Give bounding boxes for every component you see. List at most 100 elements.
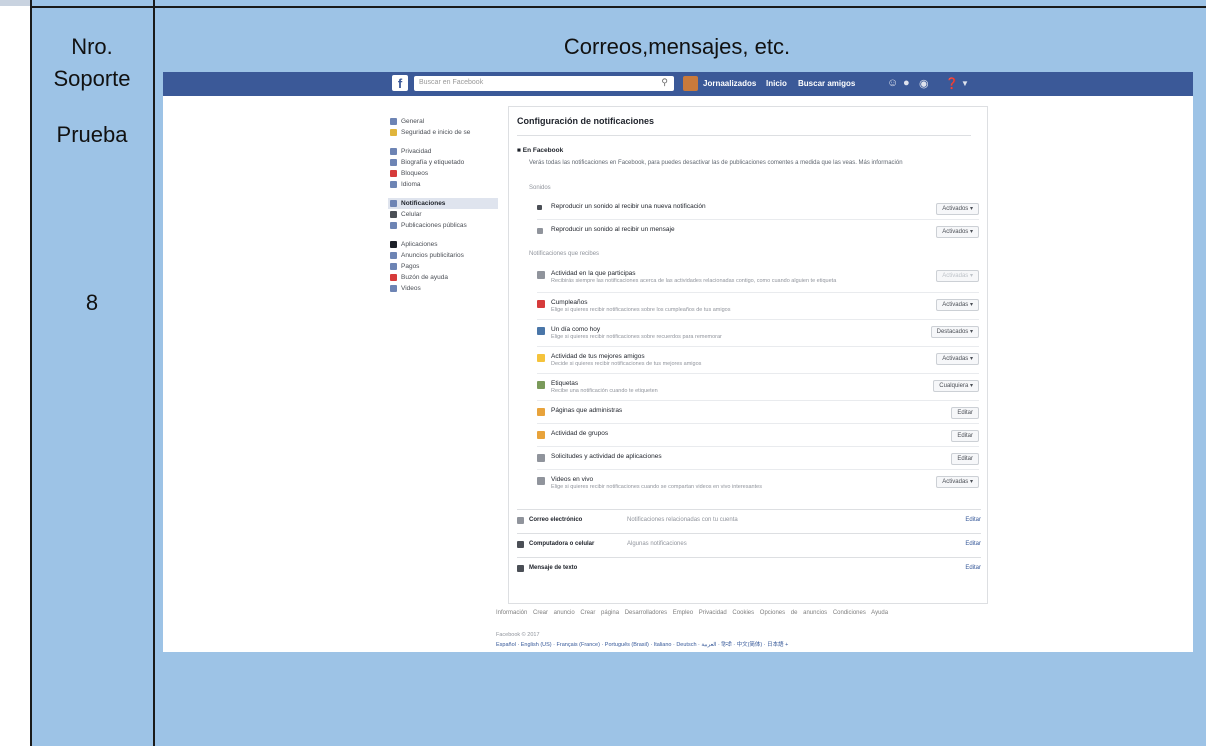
live-video-icon: [537, 477, 545, 485]
page-title: Configuración de notificaciones: [517, 116, 655, 126]
row-label: Correo electrónico: [529, 517, 583, 523]
email-notifications-row[interactable]: Correo electrónico Notificaciones relaci…: [517, 509, 981, 531]
globe-icon: [390, 200, 397, 207]
dropdown-button[interactable]: Destacados ▾: [930, 326, 979, 338]
language-links[interactable]: Español · English (US) · Français (Franc…: [496, 640, 788, 648]
help-icon[interactable]: ❓: [945, 77, 959, 90]
speaker-icon: [537, 205, 542, 210]
notify-row-app-requests: Solicitudes y actividad de aplicaciones …: [537, 450, 979, 468]
star-icon: [537, 354, 545, 362]
row-description: Decide si quieres recibir notificaciones…: [551, 361, 702, 367]
dropdown-button[interactable]: Activadas ▾: [936, 299, 979, 311]
mobile-icon: [390, 211, 397, 218]
sidebar-item-ads[interactable]: Anuncios publicitarios: [388, 250, 498, 261]
edit-link[interactable]: Editar: [965, 517, 981, 523]
row-description: Elige si quieres recibir notificaciones …: [551, 307, 731, 313]
sidebar-item-apps[interactable]: Aplicaciones: [388, 239, 498, 250]
sidebar-item-label: Notificaciones: [401, 200, 446, 207]
person-icon: [537, 271, 545, 279]
desktop-mobile-row[interactable]: Computadora o celular Algunas notificaci…: [517, 533, 981, 555]
lock-icon: [390, 148, 397, 155]
sidebar-item-label: Buzón de ayuda: [401, 274, 448, 281]
row-label: Videos en vivo: [551, 476, 594, 483]
search-icon[interactable]: ⚲: [661, 77, 668, 88]
edit-link[interactable]: Editar: [965, 541, 981, 547]
divider: [537, 446, 979, 447]
video-icon: [390, 285, 397, 292]
chevron-down-icon: ▾: [968, 273, 973, 279]
sidebar-item-label: Idioma: [401, 181, 421, 188]
divider: [537, 346, 979, 347]
gear-icon: [390, 118, 397, 125]
footer-links[interactable]: Información Crear anuncio Crear página D…: [496, 610, 888, 616]
notify-row-birthdays: Cumpleaños Elige si quieres recibir noti…: [537, 296, 979, 320]
sidebar-item-privacy[interactable]: Privacidad: [388, 146, 498, 157]
row-label: Mensaje de texto: [529, 565, 578, 571]
row-label: Cumpleaños: [551, 299, 588, 306]
gift-icon: [537, 300, 545, 308]
row-label: Actividad de grupos: [551, 430, 609, 437]
friend-requests-icon[interactable]: ☺: [887, 77, 898, 89]
row-description: Elige si quieres recibir notificaciones …: [551, 484, 762, 490]
sound-message-row: Reproducir un sonido al recibir un mensa…: [537, 223, 979, 247]
dropdown-button[interactable]: Activadas ▾: [936, 270, 979, 282]
profile-link[interactable]: Jornaalizados: [703, 79, 756, 88]
table-border-left: [30, 0, 32, 746]
search-input[interactable]: Buscar en Facebook ⚲: [414, 76, 674, 91]
row-description: Recibirás siempre las notificaciones ace…: [551, 278, 837, 284]
sidebar-item-security[interactable]: Seguridad e inicio de se: [388, 127, 498, 138]
ads-icon: [390, 252, 397, 259]
edit-button[interactable]: Editar: [951, 453, 979, 465]
mobile-icon: [517, 541, 524, 548]
row-description: Recibe una notificación cuando te etique…: [551, 388, 658, 394]
row-label: Solicitudes y actividad de aplicaciones: [551, 453, 662, 460]
settings-sidebar: General Seguridad e inicio de se Privaci…: [388, 116, 498, 302]
divider: [537, 292, 979, 293]
divider: [517, 135, 971, 136]
sidebar-item-support-inbox[interactable]: Buzón de ayuda: [388, 272, 498, 283]
chevron-down-icon: ▾: [968, 329, 973, 335]
facebook-logo-icon[interactable]: f: [392, 75, 408, 91]
notify-row-tags: Etiquetas Recibe una notificación cuando…: [537, 377, 979, 401]
notifications-globe-icon[interactable]: ◉: [919, 77, 929, 90]
edit-button[interactable]: Editar: [951, 430, 979, 442]
sidebar-item-language[interactable]: Idioma: [388, 179, 498, 190]
dropdown-button[interactable]: Activados ▾: [936, 226, 979, 238]
row-value: Notificaciones relacionadas con tu cuent…: [627, 517, 738, 523]
home-link[interactable]: Inicio: [766, 79, 787, 88]
sidebar-item-public-posts[interactable]: Publicaciones públicas: [388, 220, 498, 231]
chevron-down-icon: ▾: [968, 206, 973, 212]
divider: [537, 400, 979, 401]
row-label: Reproducir un sonido al recibir un mensa…: [551, 226, 675, 233]
notify-row-live-video: Videos en vivo Elige si quieres recibir …: [537, 473, 979, 497]
sidebar-item-general[interactable]: General: [388, 116, 498, 127]
account-menu-chevron-icon[interactable]: ▼: [961, 79, 969, 88]
sidebar-item-notifications[interactable]: Notificaciones: [388, 198, 498, 209]
edit-button[interactable]: Editar: [951, 407, 979, 419]
dropdown-button[interactable]: Activadas ▾: [936, 353, 979, 365]
text-message-row[interactable]: Mensaje de texto Editar: [517, 557, 981, 579]
sidebar-item-payments[interactable]: Pagos: [388, 261, 498, 272]
shield-icon: [390, 129, 397, 136]
sidebar-item-blocking[interactable]: Bloqueos: [388, 168, 498, 179]
sidebar-item-mobile[interactable]: Celular: [388, 209, 498, 220]
edit-link[interactable]: Editar: [965, 565, 981, 571]
dropdown-button[interactable]: Cualquiera ▾: [933, 380, 979, 392]
row-label: Computadora o celular: [529, 541, 595, 547]
find-friends-link[interactable]: Buscar amigos: [798, 79, 855, 88]
facebook-screenshot: f Buscar en Facebook ⚲ Jornaalizados Ini…: [163, 72, 1193, 652]
sidebar-item-label: General: [401, 118, 425, 125]
dropdown-button[interactable]: Activadas ▾: [936, 476, 979, 488]
avatar[interactable]: [683, 76, 698, 91]
dropdown-button[interactable]: Activados ▾: [936, 203, 979, 215]
row-label: Reproducir un sonido al recibir una nuev…: [551, 203, 706, 210]
sidebar-item-label: Bloqueos: [401, 170, 429, 177]
message-icon: [537, 228, 543, 234]
notify-row-close-friends: Actividad de tus mejores amigos Decide s…: [537, 350, 979, 374]
sidebar-item-videos[interactable]: Videos: [388, 283, 498, 294]
table-column-divider: [153, 0, 155, 746]
messages-icon[interactable]: ●: [903, 77, 910, 89]
sidebar-group-account: General Seguridad e inicio de se: [388, 116, 498, 138]
sidebar-item-label: Videos: [401, 285, 421, 292]
sidebar-item-timeline[interactable]: Biografía y etiquetado: [388, 157, 498, 168]
